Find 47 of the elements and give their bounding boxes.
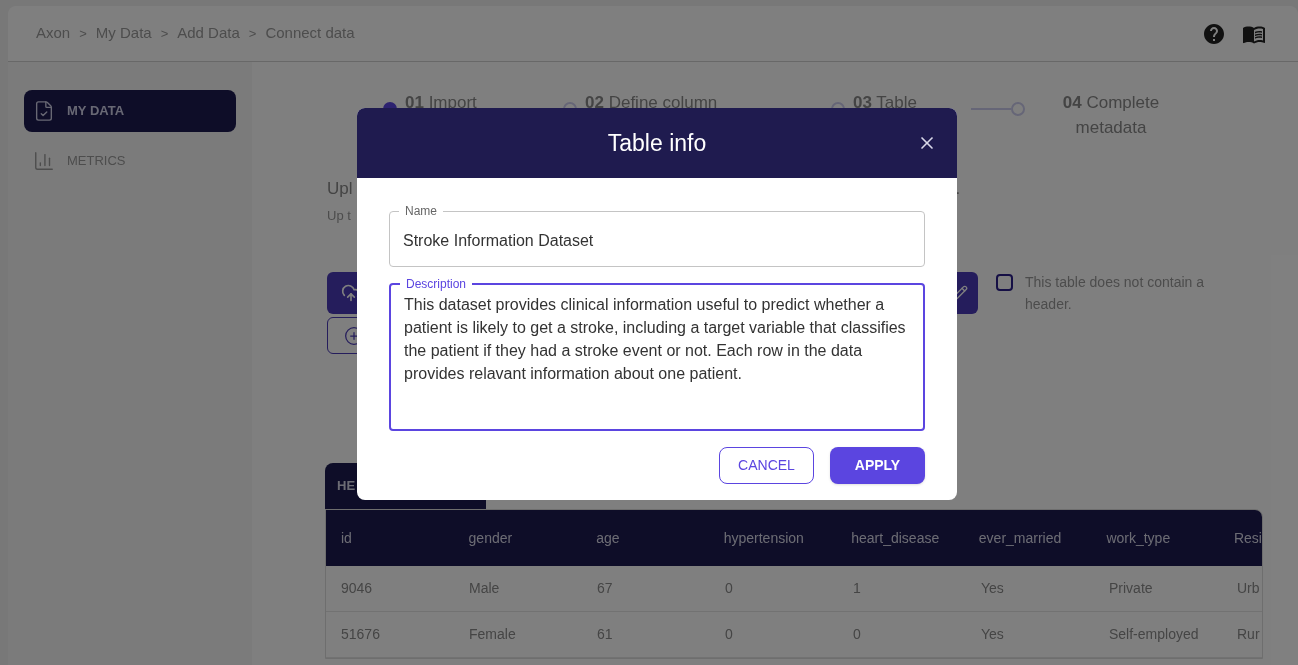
table-cell-text: 51676 — [341, 625, 381, 644]
table-cell-text: Yes — [981, 625, 1005, 644]
field-label: Description — [405, 276, 468, 292]
table-cell-text: 9046 — [341, 579, 374, 598]
bar-chart-icon — [33, 150, 55, 172]
column-header: work_type — [1106, 528, 1172, 548]
dialog-title: Table info — [607, 128, 707, 158]
sidebar-item[interactable]: MY DATA — [24, 90, 236, 132]
table-cell-text: Rur — [1237, 625, 1260, 644]
cancel-button[interactable]: CANCEL — [719, 447, 814, 484]
breadcrumb-separator: > — [160, 24, 169, 43]
upload-title-end: . — [955, 178, 961, 200]
field-label: Name — [404, 203, 438, 219]
column-header: hypertension — [723, 528, 805, 548]
description-field[interactable] — [389, 276, 925, 431]
help-icon[interactable] — [1202, 21, 1226, 46]
table-cell-text: 61 — [597, 625, 614, 644]
upload-title: Upl — [327, 178, 353, 200]
column-header: id — [341, 528, 353, 548]
column-header: Resi — [1233, 528, 1262, 548]
table-cell-text: Male — [469, 579, 501, 598]
table-cell-text: Urb — [1237, 579, 1260, 598]
document-check-icon — [33, 100, 55, 122]
step-label: 04 Complete metadata — [1061, 92, 1161, 139]
name-input[interactable]: Stroke Information Dataset — [391, 219, 923, 263]
table-cell-text: 0 — [725, 579, 734, 598]
name-field[interactable]: Name Stroke Information Dataset — [389, 203, 925, 267]
column-header: heart_disease — [851, 528, 941, 548]
column-header: gender — [468, 528, 514, 548]
column-header: age — [596, 528, 621, 548]
apply-button[interactable]: APPLY — [830, 447, 925, 484]
header-checkbox[interactable] — [996, 274, 1013, 291]
step-label: 02 Define column — [585, 92, 718, 114]
table-cell-text: Female — [469, 625, 517, 644]
step-label: 03 Table — [853, 92, 917, 114]
description-input[interactable]: This dataset provides clinical information useful to predict whether a patient is likely to get a stroke, including a target variable that classifies the patient if they had a stroke event or not. Each row in the data provides relavant information about one patient. — [392, 292, 922, 424]
column-header: ever_married — [978, 528, 1063, 548]
table-cell-text: Private — [1109, 579, 1154, 598]
table-cell-text: Yes — [981, 579, 1005, 598]
step-label: 01 Import — [405, 92, 477, 114]
table-cell-text: 1 — [853, 579, 862, 598]
table-cell-text: 67 — [597, 579, 614, 598]
breadcrumb-separator: > — [248, 24, 257, 43]
breadcrumb-separator: > — [79, 24, 87, 43]
table-cell-text: 0 — [725, 625, 734, 644]
table-cell-text: Self-employed — [1109, 625, 1200, 644]
table-cell-text: 0 — [853, 625, 862, 644]
